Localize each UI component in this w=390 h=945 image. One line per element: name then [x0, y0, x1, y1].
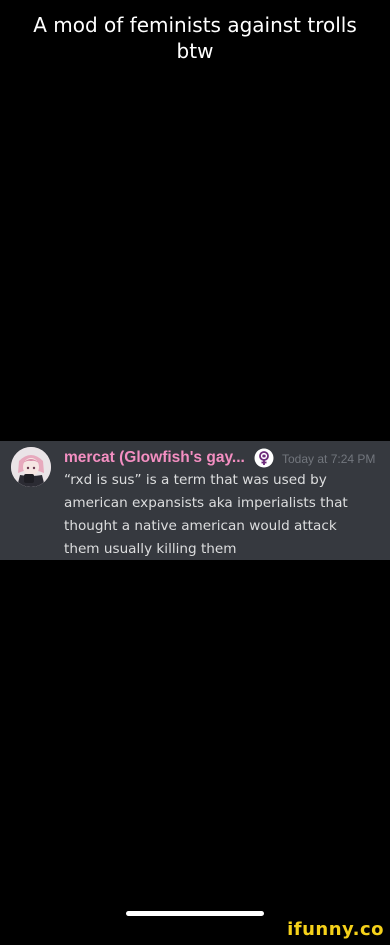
avatar[interactable]	[11, 447, 51, 487]
message-body-line: thought a native american would attack	[64, 518, 337, 534]
message-body-line: them usually killing them	[64, 541, 237, 557]
anime-avatar-icon	[11, 447, 51, 487]
meme-caption: A mod of feminists against trolls btw	[0, 12, 390, 64]
username[interactable]: mercat (Glowfish's gay...	[64, 447, 245, 469]
message-body-line: “rxd is sus” is a term that was used by	[64, 472, 327, 488]
caption-line-1: A mod of feminists against trolls	[33, 13, 357, 37]
caption-line-2: btw	[176, 39, 214, 63]
ifunny-watermark: ifunny.co	[287, 919, 384, 940]
message-header: mercat (Glowfish's gay... Today at 7:24 …	[64, 447, 384, 469]
home-indicator[interactable]	[126, 911, 264, 916]
message-body: “rxd is sus” is a term that was used by …	[64, 469, 380, 561]
message-timestamp: Today at 7:24 PM	[282, 452, 376, 466]
feminism-symbol-icon	[254, 448, 274, 468]
chat-message[interactable]: mercat (Glowfish's gay... Today at 7:24 …	[0, 441, 390, 560]
message-body-line: american expansists aka imperialists tha…	[64, 495, 348, 511]
